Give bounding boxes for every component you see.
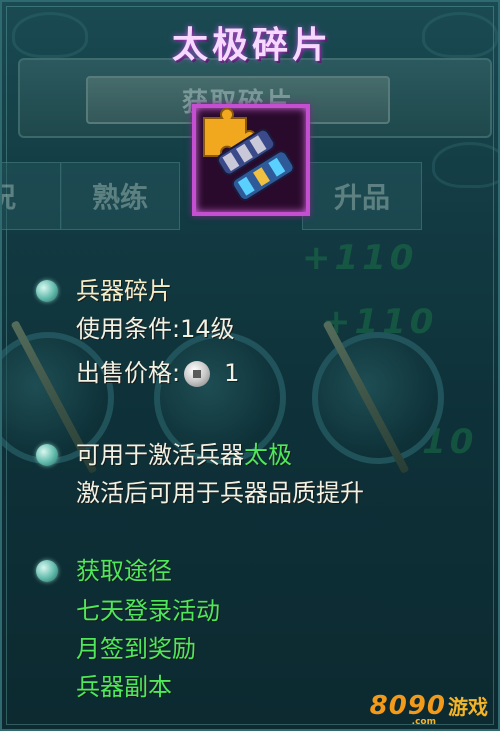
item-tooltip-window: 获取碎片 况 熟练 升品 +110 +110 +110 太极碎片 — [0, 0, 500, 731]
sell-price-value: 1 — [224, 359, 240, 387]
activate-weapon-name: 太极 — [244, 441, 292, 469]
site-watermark-logo: 8090 游戏 .com — [370, 691, 488, 727]
weapon-fragment-icon — [192, 104, 310, 216]
obtain-source-item: 兵器副本 — [76, 673, 172, 701]
item-title: 太极碎片 — [171, 25, 332, 66]
ghost-stat-text: +110 — [302, 238, 418, 278]
watermark-suffix: .com — [411, 717, 436, 727]
use-requirement: 使用条件:14级 — [76, 315, 235, 343]
silver-coin-icon — [184, 361, 211, 387]
sell-price-row: 出售价格: 1 — [76, 354, 239, 392]
item-category: 兵器碎片 — [76, 277, 172, 305]
after-activate-description: 激活后可用于兵器品质提升 — [76, 479, 364, 507]
bullet-gem-icon — [36, 444, 58, 466]
sell-price-label: 出售价格: — [76, 359, 181, 387]
watermark-text: 游戏 — [448, 695, 488, 719]
obtain-source-item: 月签到奖励 — [76, 635, 196, 663]
tab-upgrade[interactable]: 升品 — [302, 162, 422, 230]
obtain-header: 获取途径 — [76, 557, 172, 585]
tab-proficiency[interactable]: 熟练 — [60, 162, 180, 230]
weapon-slot-orb — [312, 332, 444, 464]
bullet-gem-icon — [36, 560, 58, 582]
activate-prefix: 可用于激活兵器 — [76, 441, 244, 469]
obtain-source-item: 七天登录活动 — [76, 597, 220, 625]
bullet-gem-icon — [36, 280, 58, 302]
activate-description: 可用于激活兵器太极 — [76, 436, 292, 474]
tab-status[interactable]: 况 — [2, 162, 62, 230]
